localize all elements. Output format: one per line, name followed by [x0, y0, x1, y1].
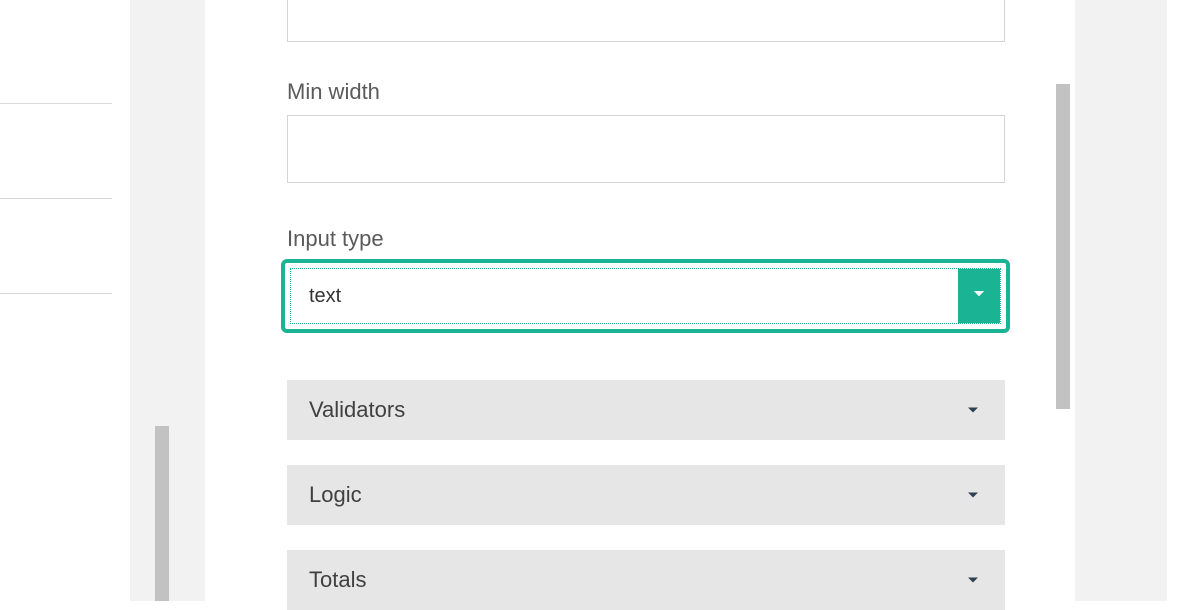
input-type-dropdown[interactable]: text — [281, 259, 1010, 333]
validators-section[interactable]: Validators — [287, 380, 1005, 440]
sidebar-divider — [0, 103, 112, 104]
totals-section[interactable]: Totals — [287, 550, 1005, 610]
chevron-down-icon — [963, 400, 983, 420]
input-type-label: Input type — [287, 226, 384, 252]
validators-label: Validators — [309, 397, 405, 423]
dropdown-selected-value: text — [291, 269, 958, 323]
chevron-down-icon — [963, 570, 983, 590]
left-sidebar — [0, 0, 130, 601]
dropdown-inner: text — [290, 268, 1001, 324]
panel-scrollbar[interactable] — [1056, 84, 1070, 409]
dropdown-toggle-button[interactable] — [958, 269, 1000, 323]
chevron-down-icon — [970, 285, 988, 308]
totals-label: Totals — [309, 567, 366, 593]
chevron-down-icon — [963, 485, 983, 505]
sidebar-scrollbar[interactable] — [155, 426, 169, 601]
top-input[interactable] — [287, 0, 1005, 42]
logic-section[interactable]: Logic — [287, 465, 1005, 525]
logic-label: Logic — [309, 482, 362, 508]
min-width-label: Min width — [287, 79, 380, 105]
sidebar-divider — [0, 198, 112, 199]
min-width-input[interactable] — [287, 115, 1005, 183]
sidebar-divider — [0, 293, 112, 294]
right-margin — [1167, 0, 1200, 601]
